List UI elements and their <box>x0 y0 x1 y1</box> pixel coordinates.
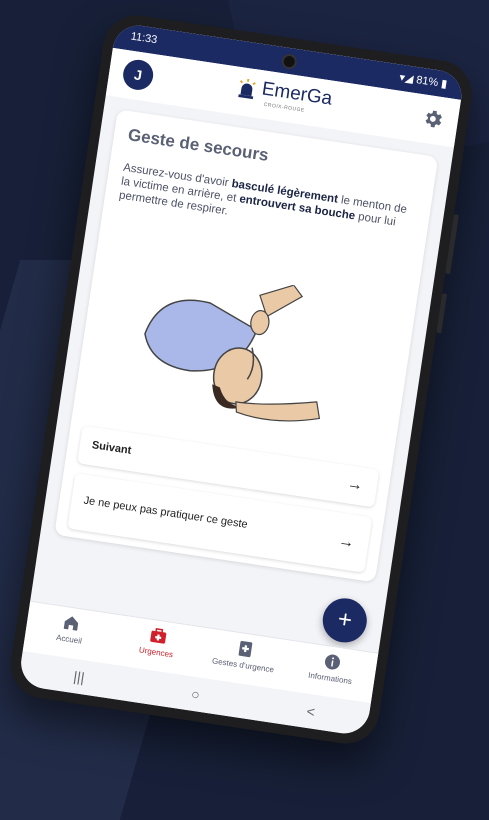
power-button <box>436 293 447 333</box>
home-icon <box>61 613 81 633</box>
status-time: 11:33 <box>130 30 158 46</box>
arrow-right-icon: → <box>337 533 355 553</box>
first-aid-illustration <box>123 263 343 441</box>
back-button[interactable]: < <box>306 703 316 720</box>
home-button[interactable]: ○ <box>190 686 201 703</box>
front-camera <box>283 55 296 68</box>
nav-item-label: Informations <box>308 671 353 686</box>
medical-book-icon <box>235 639 255 659</box>
siren-icon <box>235 76 260 101</box>
avatar[interactable]: J <box>121 58 155 92</box>
volume-button <box>445 214 459 274</box>
card-title: Geste de secours <box>127 125 270 166</box>
nav-item-label: Urgences <box>138 645 173 659</box>
info-icon <box>322 652 342 672</box>
next-button-label: Suivant <box>91 439 132 457</box>
arrow-right-icon: → <box>346 475 364 495</box>
app-logo: EmerGa CROIX-ROUGE <box>235 76 334 112</box>
status-battery: ▾◢ 81% ▮ <box>399 71 449 91</box>
first-aid-kit-icon <box>148 626 168 646</box>
phone-screen: 11:33 ▾◢ 81% ▮ J EmerGa CROIX-ROUGE <box>18 22 465 737</box>
gear-icon[interactable] <box>420 106 445 131</box>
recent-apps-button[interactable]: ||| <box>72 668 85 685</box>
battery-level: 81% <box>415 74 439 89</box>
phone-body: 11:33 ▾◢ 81% ▮ J EmerGa CROIX-ROUGE <box>6 11 476 748</box>
nav-item-label: Accueil <box>56 633 83 646</box>
phone-mockup: 11:33 ▾◢ 81% ▮ J EmerGa CROIX-ROUGE <box>6 11 489 756</box>
instruction-text: Assurez-vous d'avoir basculé légèrement … <box>118 161 417 246</box>
nav-item-label: Gestes d'urgence <box>211 656 274 674</box>
cannot-perform-label: Je ne peux pas pratiquer ce geste <box>83 495 249 531</box>
instruction-card: Geste de secours Assurez-vous d'avoir ba… <box>54 109 438 582</box>
add-button[interactable]: + <box>320 595 370 645</box>
